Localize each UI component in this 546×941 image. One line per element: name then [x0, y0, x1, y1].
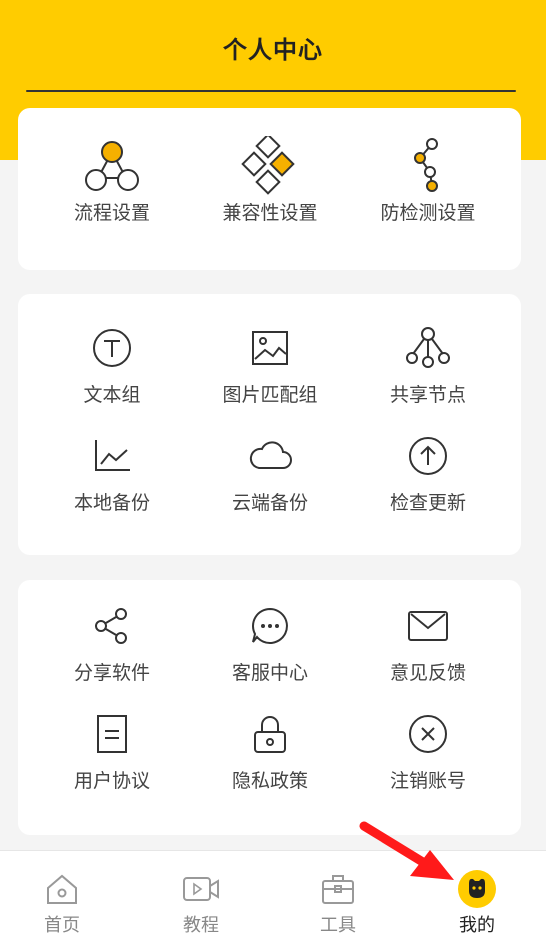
data-card: 文本组 图片匹配组 共享节点 本地备份 云端备份 检查更新 — [18, 294, 521, 555]
text-group-item[interactable]: 文本组 — [28, 320, 196, 407]
cloud-icon — [186, 428, 354, 484]
anti-detect-settings-label: 防检测设置 — [380, 202, 476, 224]
page-title: 个人中心 — [223, 36, 323, 64]
text-group-label: 文本组 — [83, 384, 141, 406]
bottom-tab-bar: 首页 教程 工具 我的 — [0, 850, 546, 941]
user-agreement-label: 用户协议 — [73, 770, 150, 792]
compatibility-settings-item[interactable]: 兼容性设置 — [186, 136, 354, 225]
close-circle-icon — [344, 706, 512, 762]
compatibility-settings-label: 兼容性设置 — [222, 202, 318, 224]
mail-icon — [344, 598, 512, 654]
check-update-label: 检查更新 — [389, 492, 466, 514]
home-icon — [42, 871, 82, 907]
feedback-item[interactable]: 意见反馈 — [344, 598, 512, 685]
document-icon — [28, 706, 196, 762]
arrow-up-circle-icon — [344, 428, 512, 484]
delete-account-label: 注销账号 — [389, 770, 466, 792]
avatar-icon — [457, 870, 497, 908]
share-app-label: 分享软件 — [73, 662, 150, 684]
image-match-group-label: 图片匹配组 — [222, 384, 318, 406]
tree-nodes-icon — [344, 320, 512, 376]
text-circle-icon — [28, 320, 196, 376]
privacy-policy-item[interactable]: 隐私政策 — [186, 706, 354, 793]
tab-tools-label: 工具 — [320, 915, 356, 936]
tab-tutorial-label: 教程 — [183, 915, 219, 936]
diamond-grid-icon — [186, 136, 354, 195]
settings-card: 流程设置 兼容性设置 防检测设置 — [18, 108, 521, 270]
check-update-item[interactable]: 检查更新 — [344, 428, 512, 515]
tab-home[interactable]: 首页 — [0, 851, 130, 941]
flow-settings-item[interactable]: 流程设置 — [28, 138, 196, 225]
customer-service-label: 客服中心 — [231, 662, 308, 684]
header-divider — [26, 90, 516, 92]
shared-nodes-item[interactable]: 共享节点 — [344, 320, 512, 407]
tab-mine-label: 我的 — [459, 915, 495, 936]
flow-nodes-icon — [28, 138, 196, 194]
support-card: 分享软件 客服中心 意见反馈 用户协议 隐私政策 注销账号 — [18, 580, 521, 835]
chat-bubble-icon — [186, 598, 354, 654]
user-agreement-item[interactable]: 用户协议 — [28, 706, 196, 793]
image-match-group-item[interactable]: 图片匹配组 — [186, 320, 354, 407]
line-chart-icon — [28, 428, 196, 484]
local-backup-item[interactable]: 本地备份 — [28, 428, 196, 515]
toolbox-icon — [318, 871, 358, 907]
tab-home-label: 首页 — [44, 915, 80, 936]
image-icon — [186, 320, 354, 376]
feedback-label: 意见反馈 — [389, 662, 466, 684]
flow-settings-label: 流程设置 — [73, 202, 150, 224]
cloud-backup-item[interactable]: 云端备份 — [186, 428, 354, 515]
privacy-policy-label: 隐私政策 — [231, 770, 308, 792]
video-icon — [181, 871, 221, 907]
anti-detect-settings-item[interactable]: 防检测设置 — [344, 138, 512, 225]
tab-tools[interactable]: 工具 — [270, 851, 406, 941]
delete-account-item[interactable]: 注销账号 — [344, 706, 512, 793]
customer-service-item[interactable]: 客服中心 — [186, 598, 354, 685]
share-app-item[interactable]: 分享软件 — [28, 598, 196, 685]
local-backup-label: 本地备份 — [73, 492, 150, 514]
tab-mine[interactable]: 我的 — [409, 851, 545, 941]
cloud-backup-label: 云端备份 — [231, 492, 308, 514]
shared-nodes-label: 共享节点 — [389, 384, 466, 406]
share-icon — [28, 598, 196, 654]
tab-tutorial[interactable]: 教程 — [133, 851, 269, 941]
lock-icon — [186, 706, 354, 762]
chain-nodes-icon — [344, 138, 512, 194]
